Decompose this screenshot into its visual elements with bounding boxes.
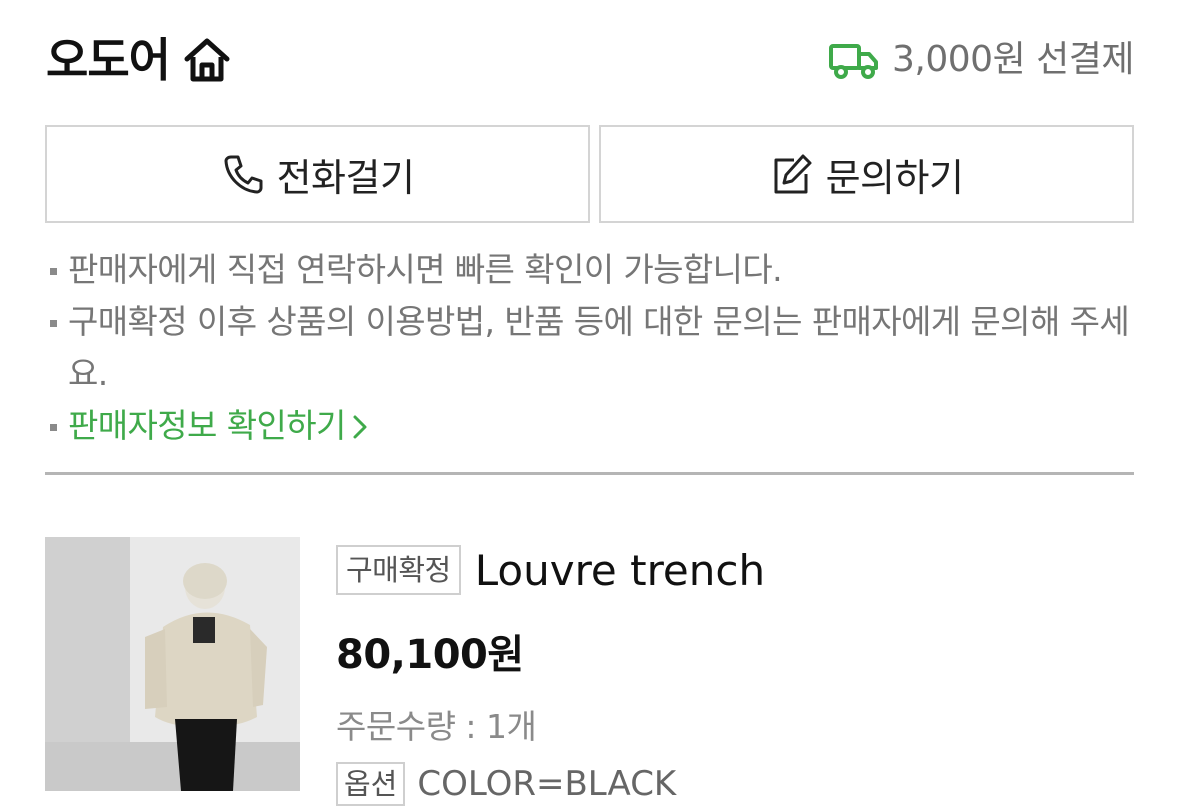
bullet (50, 424, 57, 431)
edit-icon (770, 152, 814, 196)
product-option-row: 옵션 COLOR=BLACK (336, 762, 1126, 806)
option-value: COLOR=BLACK (417, 764, 677, 804)
home-icon[interactable] (182, 35, 232, 85)
bullet (50, 268, 57, 275)
notice-item: 구매확정 이후 상품의 이용방법, 반품 등에 대한 문의는 판매자에게 문의해… (48, 296, 1134, 400)
shop-header: 오도어 3,000원 선결제 (46, 28, 1134, 92)
shipping-fee-text: 3,000원 선결제 (892, 39, 1134, 80)
seller-info-link-label[interactable]: 판매자정보 확인하기 (68, 406, 346, 445)
truck-icon (828, 40, 880, 80)
chevron-right-icon[interactable] (352, 403, 368, 439)
product-title-row: 구매확정 Louvre trench (336, 540, 1126, 600)
product-info: 구매확정 Louvre trench 80,100원 주문수량 : 1개 옵션 … (336, 540, 1126, 806)
call-button-label: 전화걸기 (276, 155, 415, 200)
notice-text: 판매자에게 직접 연락하시면 빠른 확인이 가능합니다. (68, 250, 783, 289)
shop-name-group[interactable]: 오도어 (46, 28, 232, 92)
product-title[interactable]: Louvre trench (475, 546, 765, 595)
product-thumbnail[interactable] (45, 537, 300, 791)
seller-info-link[interactable]: 판매자정보 확인하기 (48, 400, 1134, 452)
notice-text: 구매확정 이후 상품의 이용방법, 반품 등에 대한 문의는 판매자에게 문의해… (68, 302, 1130, 393)
shipping-info: 3,000원 선결제 (828, 34, 1134, 86)
bullet (50, 320, 57, 327)
section-divider (45, 472, 1134, 475)
order-status-badge: 구매확정 (336, 545, 461, 595)
product-price: 80,100원 (336, 632, 524, 678)
inquiry-button[interactable]: 문의하기 (599, 125, 1134, 223)
notice-item: 판매자에게 직접 연락하시면 빠른 확인이 가능합니다. (48, 244, 1134, 296)
phone-icon (221, 152, 265, 196)
inquiry-button-label: 문의하기 (825, 155, 964, 200)
notice-list: 판매자에게 직접 연락하시면 빠른 확인이 가능합니다. 구매확정 이후 상품의… (48, 244, 1134, 452)
order-quantity: 주문수량 : 1개 (336, 707, 537, 746)
call-button[interactable]: 전화걸기 (45, 125, 590, 223)
shop-name[interactable]: 오도어 (46, 28, 171, 92)
option-badge: 옵션 (336, 762, 406, 806)
